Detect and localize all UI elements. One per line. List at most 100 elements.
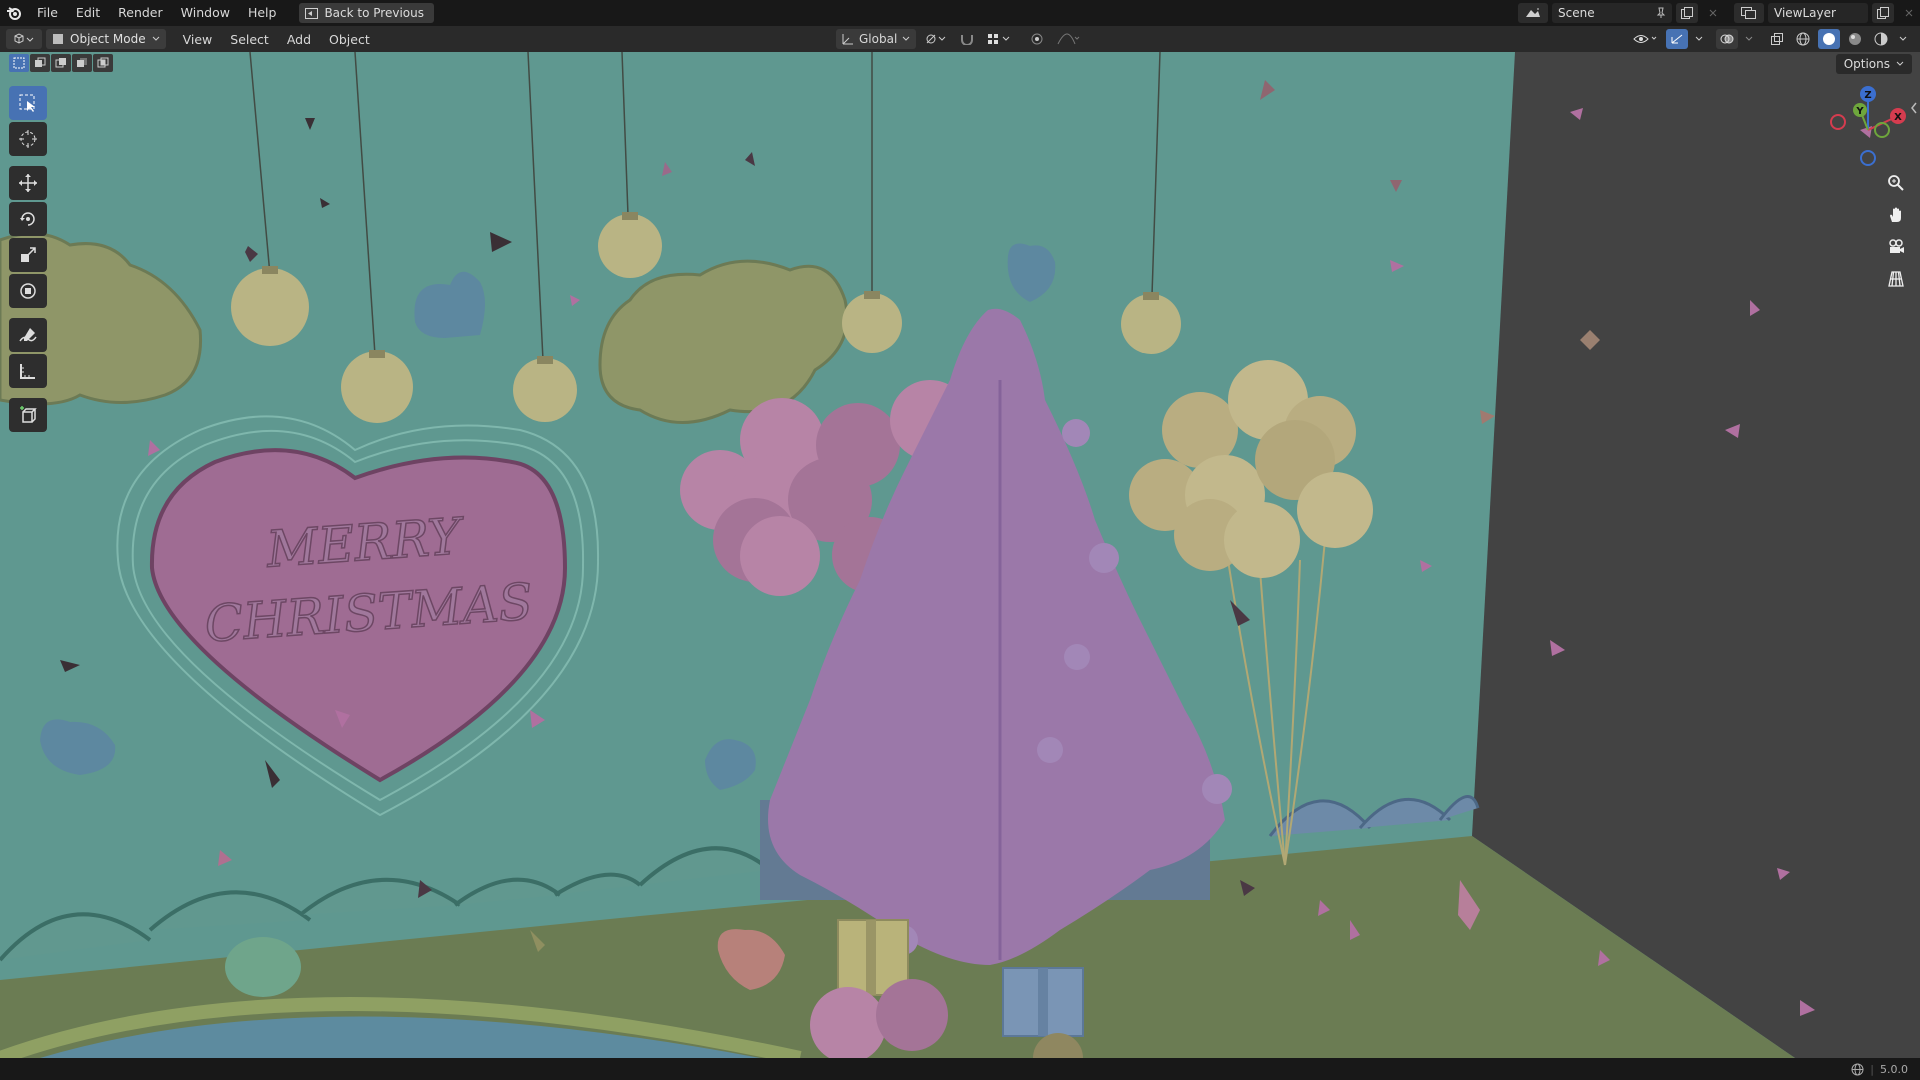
tool-scale[interactable] xyxy=(9,238,47,272)
eye-select-icon xyxy=(1633,35,1657,43)
overlays-icon xyxy=(1720,34,1734,44)
overlays-toggle[interactable] xyxy=(1716,29,1738,49)
remove-viewlayer-button[interactable] xyxy=(1898,3,1920,23)
globe-network-icon xyxy=(1851,1063,1864,1075)
object-mode-dropdown[interactable]: Object Mode xyxy=(46,29,166,49)
editor-type-button[interactable] xyxy=(6,29,42,49)
xray-toggle[interactable] xyxy=(1766,29,1788,49)
gizmo-y-label: Y xyxy=(1855,106,1864,117)
3d-viewport[interactable]: MERRY CHRISTMAS Options Z X Y xyxy=(0,52,1920,1058)
remove-scene-button[interactable] xyxy=(1702,3,1724,23)
chevron-down-icon xyxy=(1745,36,1753,41)
proportional-edit-icon xyxy=(1031,33,1043,45)
overlays-dropdown[interactable] xyxy=(1742,29,1756,49)
viewlayer-field[interactable]: ViewLayer xyxy=(1768,3,1868,23)
shading-dropdown[interactable] xyxy=(1896,29,1910,49)
select-subtract-icon xyxy=(55,58,66,68)
transform-orientation-dropdown[interactable]: Global xyxy=(836,29,917,49)
zoom-magnifier-icon xyxy=(1888,175,1904,191)
xray-icon xyxy=(1771,33,1783,45)
rendered-sphere-icon xyxy=(1874,32,1888,46)
menu-edit[interactable]: Edit xyxy=(67,0,109,26)
viewport-nav-buttons xyxy=(1883,170,1909,292)
menu-view[interactable]: View xyxy=(174,32,222,47)
gizmo-neg-y-ball[interactable] xyxy=(1874,122,1890,138)
sidebar-toggle-arrow[interactable] xyxy=(1910,102,1918,117)
select-intersect-icon xyxy=(97,57,109,68)
select-subtract-button[interactable] xyxy=(51,54,71,72)
top-menu-bar: File Edit Render Window Help Back to Pre… xyxy=(0,0,1920,26)
new-scene-button[interactable] xyxy=(1676,3,1698,23)
gizmo-icon xyxy=(1671,34,1683,44)
menu-add[interactable]: Add xyxy=(278,32,320,47)
object-visibility-dropdown[interactable] xyxy=(1630,29,1662,49)
scene-icon xyxy=(1526,8,1540,17)
shading-material[interactable] xyxy=(1844,29,1866,49)
menu-window[interactable]: Window xyxy=(172,0,239,26)
cursor-icon xyxy=(19,130,37,148)
selection-mode-group xyxy=(9,54,113,72)
viewlayer-name: ViewLayer xyxy=(1774,6,1836,20)
gizmo-neg-x-ball[interactable] xyxy=(1830,114,1846,130)
tool-transform[interactable] xyxy=(9,274,47,308)
orientation-icon xyxy=(842,34,853,45)
select-extend-button[interactable] xyxy=(30,54,50,72)
chevron-down-icon xyxy=(1896,61,1904,66)
tool-cursor[interactable] xyxy=(9,122,47,156)
transform-icon xyxy=(20,283,36,299)
menu-file[interactable]: File xyxy=(28,0,67,26)
scene-type-button[interactable] xyxy=(1518,3,1548,23)
gizmo-toggle[interactable] xyxy=(1666,29,1688,49)
snap-target-dropdown[interactable] xyxy=(984,29,1014,49)
object-mode-label: Object Mode xyxy=(70,32,146,46)
pan-button[interactable] xyxy=(1883,202,1909,228)
duplicate-icon xyxy=(1877,7,1889,19)
proportional-edit-toggle[interactable] xyxy=(1026,29,1048,49)
tool-rotate[interactable] xyxy=(9,202,47,236)
pivot-point-dropdown[interactable] xyxy=(922,29,950,49)
select-extend-icon xyxy=(35,57,46,67)
tool-annotate[interactable] xyxy=(9,318,47,352)
menu-object[interactable]: Object xyxy=(320,32,379,47)
snap-grid-icon xyxy=(988,34,1010,44)
move-icon xyxy=(19,174,37,192)
perspective-toggle-button[interactable] xyxy=(1883,266,1909,292)
egg-decor xyxy=(225,937,301,997)
tool-shelf xyxy=(9,86,47,432)
tool-add-cube[interactable] xyxy=(9,398,47,432)
options-dropdown[interactable]: Options xyxy=(1835,54,1912,74)
navigation-gizmo[interactable]: Z X Y xyxy=(1826,86,1910,170)
gizmo-dropdown[interactable] xyxy=(1692,29,1706,49)
tool-move[interactable] xyxy=(9,166,47,200)
viewlayer-type-button[interactable] xyxy=(1734,3,1764,23)
gizmo-z-label: Z xyxy=(1864,90,1871,101)
snap-toggle[interactable] xyxy=(956,29,978,49)
gizmo-neg-z-ball[interactable] xyxy=(1860,150,1876,166)
menu-render[interactable]: Render xyxy=(109,0,172,26)
chevron-down-icon xyxy=(152,36,159,41)
zoom-button[interactable] xyxy=(1883,170,1909,196)
select-invert-button[interactable] xyxy=(72,54,92,72)
tool-select-box[interactable] xyxy=(9,86,47,120)
back-to-previous-button[interactable]: Back to Previous xyxy=(299,3,434,23)
select-new-button[interactable] xyxy=(9,54,29,72)
scene-field[interactable]: Scene xyxy=(1552,3,1672,23)
tool-measure[interactable] xyxy=(9,354,47,388)
camera-view-button[interactable] xyxy=(1883,234,1909,260)
select-intersect-button[interactable] xyxy=(93,54,113,72)
pivot-icon xyxy=(926,34,946,44)
blender-version: 5.0.0 xyxy=(1880,1062,1908,1076)
scene-name: Scene xyxy=(1558,6,1595,20)
rotate-icon xyxy=(20,212,35,226)
shading-solid[interactable] xyxy=(1818,29,1840,49)
material-sphere-icon xyxy=(1849,33,1861,45)
menu-help[interactable]: Help xyxy=(239,0,286,26)
select-box-icon xyxy=(19,94,35,112)
shading-wireframe[interactable] xyxy=(1792,29,1814,49)
new-viewlayer-button[interactable] xyxy=(1872,3,1894,23)
blender-logo-icon[interactable] xyxy=(0,0,28,26)
proportional-falloff-dropdown[interactable] xyxy=(1054,29,1084,49)
shading-rendered[interactable] xyxy=(1870,29,1892,49)
camera-icon xyxy=(1889,239,1904,253)
menu-select[interactable]: Select xyxy=(221,32,278,47)
